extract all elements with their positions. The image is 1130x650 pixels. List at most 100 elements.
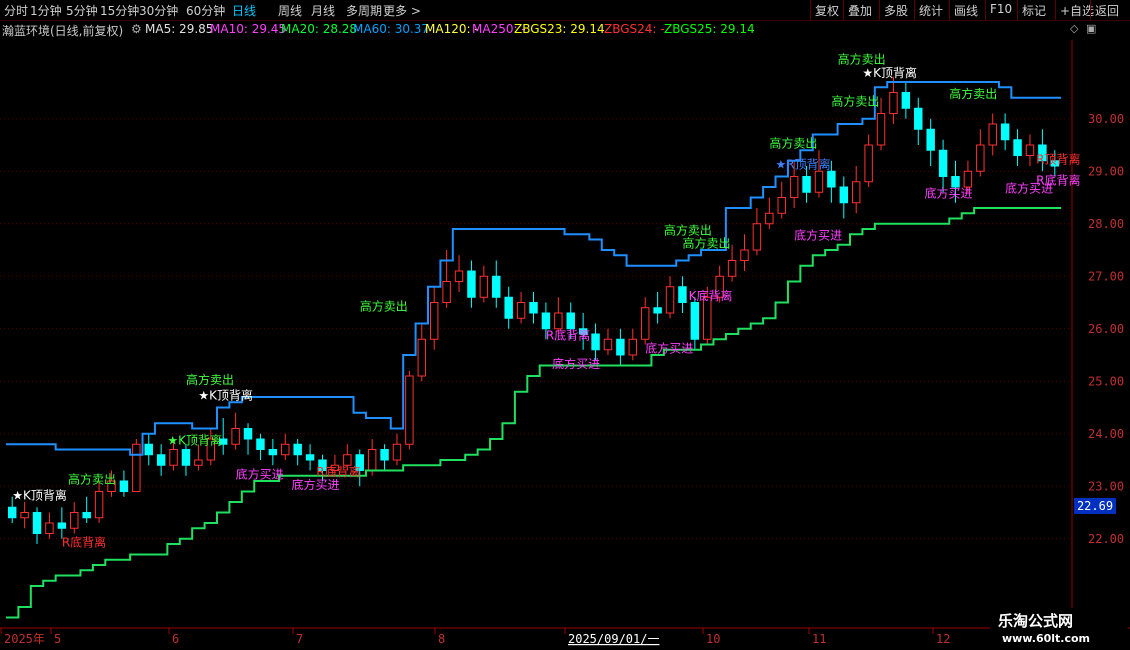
signal-annotation: 底方买进	[236, 466, 284, 481]
candle-body	[1000, 123, 1010, 141]
signal-annotation: ★K顶背离	[862, 65, 917, 80]
signal-annotation: 高方卖出	[360, 298, 408, 313]
candle-body	[479, 275, 489, 298]
toolbar-tab-6[interactable]: 日线	[232, 2, 256, 19]
band-line	[6, 207, 1061, 619]
toolbar-tab-1[interactable]: 1分钟	[30, 2, 62, 19]
toolbar-button-2[interactable]: 多股	[884, 2, 908, 19]
candle-body	[492, 275, 501, 298]
toolbar-button-1[interactable]: 叠加	[848, 2, 872, 19]
time-tick-label: 6	[172, 632, 179, 646]
toolbar-separator	[1055, 0, 1056, 20]
price-tick-label: 25.00	[1088, 374, 1124, 388]
stock-title[interactable]: 瀚蓝环境(日线,前复权)	[2, 22, 123, 39]
toolbar-button-4[interactable]: 画线	[954, 2, 978, 19]
signal-annotation: ★K顶背离	[167, 432, 222, 447]
candle-body	[814, 170, 824, 193]
toolbar-button-0[interactable]: 复权	[815, 2, 839, 19]
candle-body	[653, 307, 662, 314]
candle-body	[45, 522, 54, 534]
toolbar-tab-0[interactable]: 分时	[4, 2, 28, 19]
band-line	[6, 81, 1061, 456]
signal-annotation: 高方卖出	[664, 222, 712, 237]
ma5-value: MA5: 29.85	[145, 22, 214, 36]
price-tick-label: 28.00	[1088, 217, 1124, 231]
toolbar-tab-10[interactable]: 更多 >	[383, 2, 421, 19]
settings-icon[interactable]: ⚙	[131, 22, 142, 36]
candle-body	[429, 302, 439, 340]
toolbar-tab-4[interactable]: 30分钟	[139, 2, 178, 19]
toolbar-separator	[843, 0, 844, 20]
candle-body	[7, 506, 17, 519]
candle-body	[876, 113, 886, 146]
current-price-label: 22.69	[1074, 498, 1116, 514]
toolbar-button-7[interactable]: +自选	[1060, 2, 1094, 19]
price-tick-label: 23.00	[1088, 479, 1124, 493]
toolbar: 分时 1分钟 5分钟 15分钟 30分钟 60分钟 日线 周线 月线 多周期 更多 > 复权 叠加 多股统…	[0, 0, 1130, 21]
ma10-value: MA10: 29.45	[210, 22, 287, 36]
candle-body	[703, 296, 712, 340]
candle-body	[541, 312, 551, 330]
candle-body	[343, 454, 352, 466]
candle-body	[727, 260, 737, 277]
candle-body	[454, 270, 464, 282]
candle-body	[926, 128, 935, 151]
zbgs25-value: ZBGS25: 29.14	[664, 22, 755, 36]
price-tick-label: 29.00	[1088, 164, 1124, 178]
candle-body	[32, 512, 42, 534]
candle-body	[405, 375, 414, 445]
price-chart[interactable]: 30.00 29.00 28.00 27.00 26.00 25.00 24.00 23.00…	[0, 0, 1130, 650]
toolbar-tab-9[interactable]: 多周期	[346, 2, 382, 19]
toolbar-button-5[interactable]: F10	[990, 2, 1012, 16]
toolbar-tab-2[interactable]: 5分钟	[66, 2, 98, 19]
toolbar-tab-8[interactable]: 月线	[311, 2, 335, 19]
watermark-title: 乐淘公式网	[998, 612, 1074, 630]
toolbar-button-8[interactable]: 返回	[1095, 2, 1119, 19]
candle-body	[305, 454, 315, 461]
candle-body	[963, 170, 973, 188]
candle-body	[976, 144, 985, 172]
toolbar-tab-3[interactable]: 15分钟	[100, 2, 139, 19]
toolbar-tab-7[interactable]: 周线	[278, 2, 302, 19]
time-tick-label: 2025年	[4, 632, 45, 646]
candle-body	[752, 223, 762, 251]
signal-annotation: 底方买进	[645, 340, 693, 355]
candle-body	[777, 197, 786, 214]
toolbar-separator	[1017, 0, 1018, 20]
candle-body	[628, 338, 638, 356]
signal-annotation: 底方买进	[291, 477, 339, 492]
signal-annotation: 高方卖出	[831, 94, 879, 109]
diamond-icon[interactable]: ◇	[1070, 22, 1078, 35]
toolbar-tab-5[interactable]: 60分钟	[186, 2, 225, 19]
ma60-value: MA60: 30.37	[353, 22, 430, 36]
candle-body	[864, 144, 873, 183]
candle-body	[119, 480, 129, 492]
candle-body	[690, 302, 700, 340]
candle-body	[94, 491, 104, 519]
candle-body	[367, 449, 377, 471]
candle-body	[554, 312, 563, 330]
zbgs24-value: ZBGS24: -	[604, 22, 665, 36]
signal-annotation: ★K顶背离	[12, 487, 67, 502]
candle-body	[765, 212, 774, 225]
time-tick-label: 8	[438, 632, 445, 646]
signal-annotation: 高方卖出	[682, 235, 730, 250]
candle-body	[231, 428, 240, 445]
toolbar-separator	[914, 0, 915, 20]
signal-annotation: 高方卖出	[838, 52, 886, 67]
candle-body	[665, 286, 675, 314]
price-tick-label: 30.00	[1088, 112, 1124, 126]
signal-annotation: ★R顶背离	[776, 157, 831, 172]
candle-body	[417, 338, 427, 377]
zbgs23-value: ZBGS23: 29.14	[514, 22, 605, 36]
toolbar-button-6[interactable]: 标记	[1022, 2, 1046, 19]
candle-body	[57, 522, 67, 529]
toolbar-button-3[interactable]: 统计	[919, 2, 943, 19]
candle-body	[70, 512, 79, 529]
restore-icon[interactable]: ▣	[1086, 22, 1096, 35]
signal-annotation: 高方卖出	[949, 86, 997, 101]
signal-annotation: R底背离	[316, 464, 360, 479]
candle-body	[144, 443, 153, 456]
indicator-info-bar: 瀚蓝环境(日线,前复权) ⚙ MA5: 29.85 MA10: 29.45 MA…	[0, 20, 1080, 38]
candle-body	[616, 338, 625, 356]
